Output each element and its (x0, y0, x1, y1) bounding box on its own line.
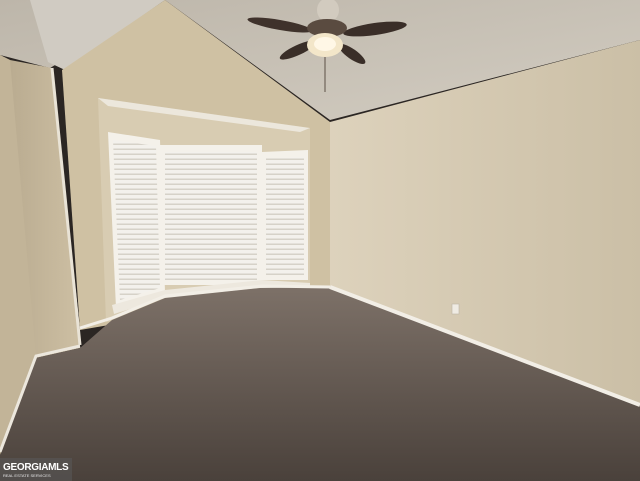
room-photo: GEORGIAMLS REAL ESTATE SERVICES (0, 0, 640, 481)
room-illustration (0, 0, 640, 481)
watermark-tagline: REAL ESTATE SERVICES (3, 472, 51, 478)
window-left-blinds (113, 140, 160, 300)
window-right-blinds (266, 157, 304, 275)
mls-watermark: GEORGIAMLS REAL ESTATE SERVICES (0, 458, 72, 481)
window-center-blinds (165, 152, 257, 280)
watermark-brand: GEORGIAMLS (3, 461, 69, 473)
wall-outlet (451, 303, 460, 315)
fan-light-glow (314, 37, 336, 51)
